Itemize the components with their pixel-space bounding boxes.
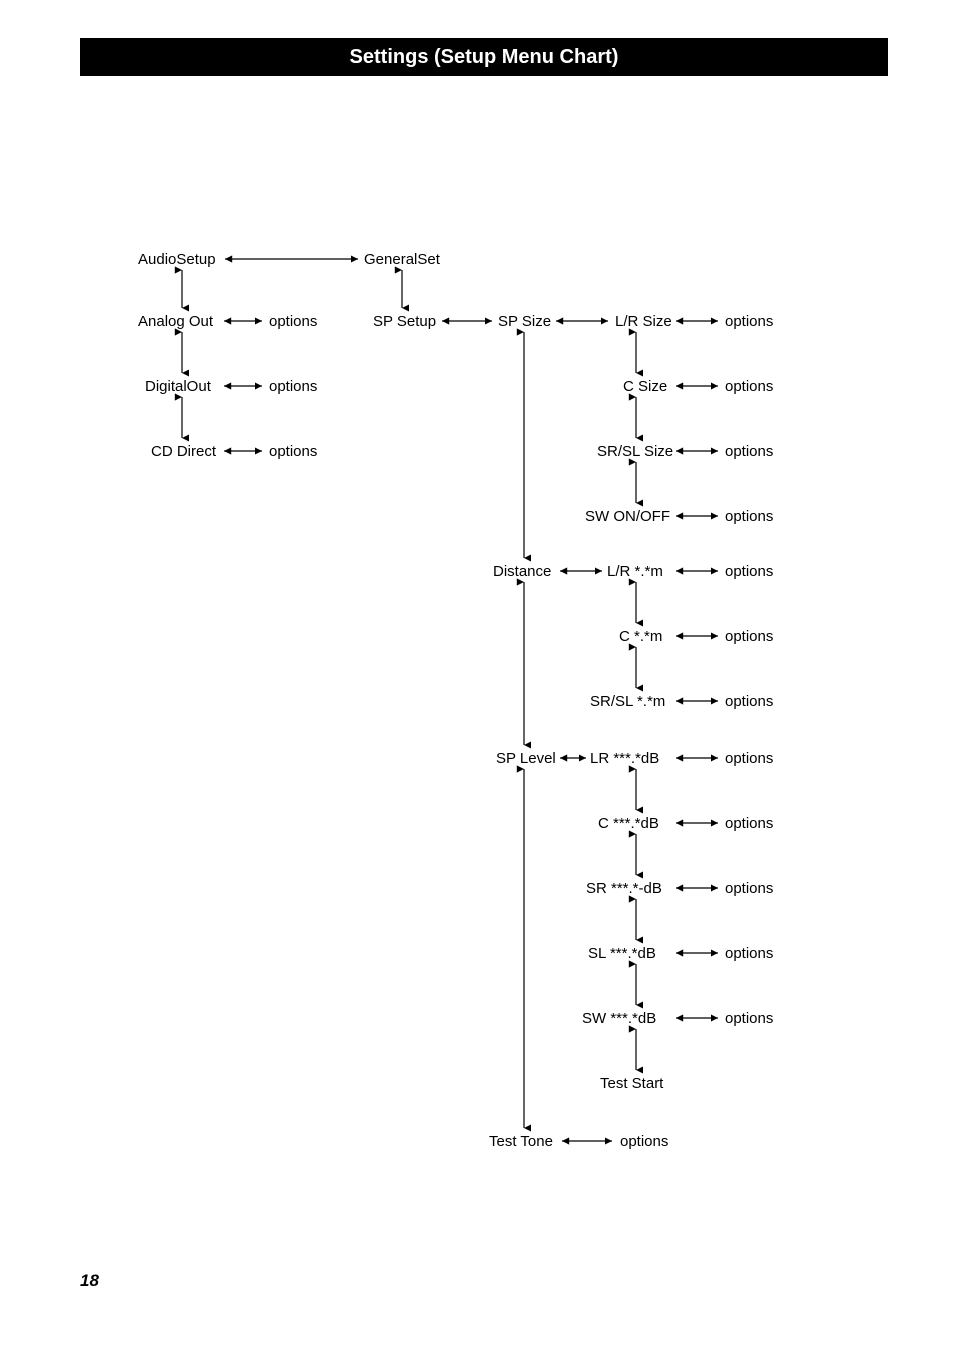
node-cd-direct: CD Direct <box>151 443 216 460</box>
node-sw-db: SW ***.*dB <box>582 1010 656 1027</box>
page-number: 18 <box>80 1271 99 1291</box>
options-lr-size: options <box>725 313 773 330</box>
node-srsl-dist: SR/SL *.*m <box>590 693 665 710</box>
node-test-start: Test Start <box>600 1075 663 1092</box>
options-sw-onoff: options <box>725 508 773 525</box>
node-sr-db: SR ***.*-dB <box>586 880 662 897</box>
options-c-db: options <box>725 815 773 832</box>
options-digital-out: options <box>269 378 317 395</box>
node-analog-out: Analog Out <box>138 313 213 330</box>
node-sp-level: SP Level <box>496 750 556 767</box>
options-sw-db: options <box>725 1010 773 1027</box>
options-c-dist: options <box>725 628 773 645</box>
node-c-dist: C *.*m <box>619 628 662 645</box>
options-sl-db: options <box>725 945 773 962</box>
node-sp-setup: SP Setup <box>373 313 436 330</box>
flowchart-arrows <box>0 0 954 1349</box>
node-general-set: GeneralSet <box>364 251 440 268</box>
node-distance: Distance <box>493 563 551 580</box>
node-lr-size: L/R Size <box>615 313 672 330</box>
options-srsl-dist: options <box>725 693 773 710</box>
options-test-tone: options <box>620 1133 668 1150</box>
options-analog-out: options <box>269 313 317 330</box>
node-c-size: C Size <box>623 378 667 395</box>
node-digital-out: DigitalOut <box>145 378 211 395</box>
options-lr-db: options <box>725 750 773 767</box>
node-sw-onoff: SW ON/OFF <box>585 508 670 525</box>
options-lr-dist: options <box>725 563 773 580</box>
options-c-size: options <box>725 378 773 395</box>
node-audio-setup: AudioSetup <box>138 251 216 268</box>
options-srsl-size: options <box>725 443 773 460</box>
options-sr-db: options <box>725 880 773 897</box>
node-sl-db: SL ***.*dB <box>588 945 656 962</box>
node-test-tone: Test Tone <box>489 1133 553 1150</box>
node-srsl-size: SR/SL Size <box>597 443 673 460</box>
node-c-db: C ***.*dB <box>598 815 659 832</box>
header-title: Settings (Setup Menu Chart) <box>350 46 619 68</box>
node-lr-dist: L/R *.*m <box>607 563 663 580</box>
node-sp-size: SP Size <box>498 313 551 330</box>
options-cd-direct: options <box>269 443 317 460</box>
node-lr-db: LR ***.*dB <box>590 750 659 767</box>
header-bar: Settings (Setup Menu Chart) <box>80 38 888 76</box>
